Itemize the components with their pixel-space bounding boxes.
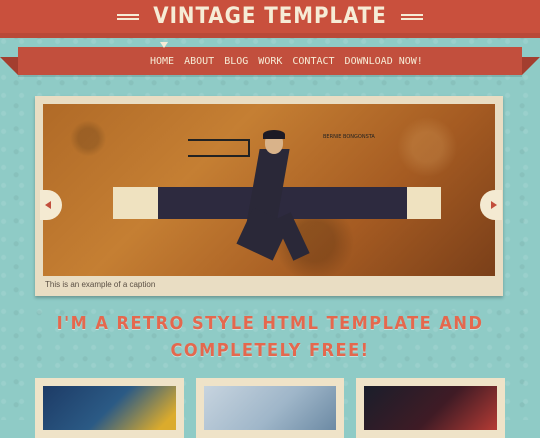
arrow-right-icon: [491, 201, 497, 209]
thumbnail-1[interactable]: [35, 378, 184, 438]
nav-work[interactable]: WORK: [258, 56, 282, 67]
nav-about[interactable]: ABOUT: [184, 56, 214, 67]
nav-home[interactable]: HOME: [150, 56, 174, 67]
arrow-left-icon: [45, 201, 51, 209]
main-nav: HOME ABOUT BLOG WORK CONTACT DOWNLOAD NO…: [150, 42, 423, 67]
tagline: I'M A RETRO STYLE HTML TEMPLATE AND COMP…: [0, 310, 540, 364]
slider-next-button[interactable]: [480, 190, 502, 220]
slide-caption: This is an example of a caption: [45, 280, 156, 289]
logo-rule-right: [400, 14, 423, 20]
nav-blog[interactable]: BLOG: [224, 56, 248, 67]
ribbon-fold-right: [522, 57, 540, 75]
thumbnail-row: [35, 378, 506, 438]
slide-image: BERNIE BONGONSTA: [43, 104, 495, 276]
tagline-line-2: COMPLETELY FREE!: [170, 340, 370, 361]
nav-contact[interactable]: CONTACT: [292, 56, 334, 67]
image-slider: BERNIE BONGONSTA This is an example of a…: [35, 96, 503, 296]
site-logo[interactable]: VINTAGE TEMPLATE: [0, 4, 540, 29]
slide-tiny-text: BERNIE BONGONSTA: [323, 134, 375, 140]
slide-figure-hair: [263, 130, 285, 139]
nav-download[interactable]: DOWNLOAD NOW!: [345, 56, 423, 67]
slide-scribble: [188, 139, 250, 157]
header-bar: VINTAGE TEMPLATE: [0, 0, 540, 38]
ribbon-fold-left: [0, 57, 18, 75]
logo-text: VINTAGE TEMPLATE: [153, 4, 387, 29]
thumbnail-2-image: [203, 386, 337, 430]
thumbnail-3[interactable]: [356, 378, 506, 438]
thumbnail-1-image: [43, 386, 176, 430]
slide-bar-middle: [158, 187, 408, 219]
thumbnail-2[interactable]: [195, 378, 345, 438]
logo-rule-left: [117, 14, 140, 20]
slide-bar-right: [407, 187, 441, 219]
tagline-line-1: I'M A RETRO STYLE HTML TEMPLATE AND: [56, 313, 484, 334]
thumbnail-3-image: [364, 386, 498, 430]
active-nav-marker: [160, 42, 168, 48]
slide-bar-left: [113, 187, 159, 219]
